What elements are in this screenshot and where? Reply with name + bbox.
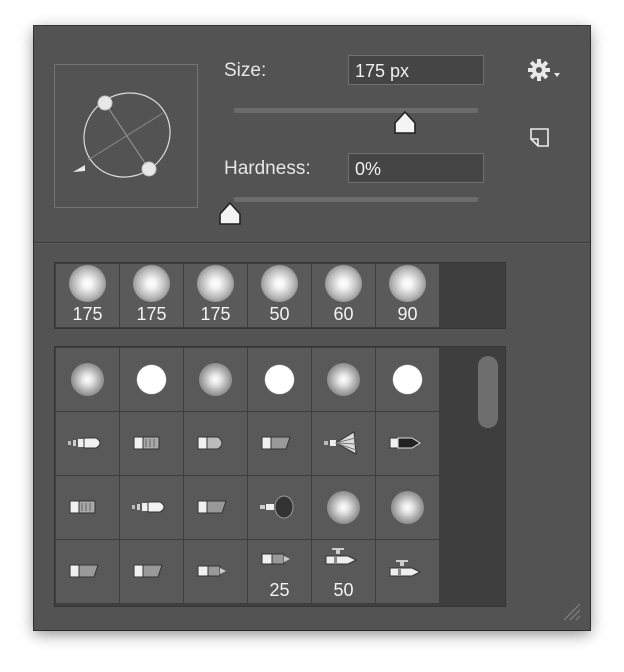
resize-grip-icon[interactable]: [560, 600, 582, 622]
flat-brush-icon: [130, 430, 174, 456]
brush-preset-soft[interactable]: [56, 348, 119, 411]
soft-round-brush-icon: [261, 265, 298, 302]
brush-preset-airbrush[interactable]: 50: [312, 540, 375, 603]
brush-preset-fan-brush[interactable]: [312, 412, 375, 475]
fan-brush-icon: [322, 430, 366, 456]
recent-brush-size: 175: [200, 304, 231, 324]
brush-preset-angled-brush[interactable]: [56, 540, 119, 603]
brush-preset-pencil[interactable]: 25: [248, 540, 311, 603]
recent-brush-5[interactable]: 60: [312, 264, 375, 327]
pencil-icon: [194, 558, 238, 584]
brush-tip-preview[interactable]: [54, 64, 198, 208]
brush-angle-roundness-control[interactable]: [55, 65, 197, 207]
soft-round-brush-icon: [133, 265, 170, 302]
brush-preset-mop-brush[interactable]: [248, 476, 311, 539]
recent-brush-6[interactable]: 90: [376, 264, 439, 327]
brush-preset-angled-brush[interactable]: [248, 412, 311, 475]
recent-brush-size: 175: [136, 304, 167, 324]
hardness-label: Hardness:: [224, 158, 311, 179]
brush-preset-soft[interactable]: [312, 348, 375, 411]
recent-brush-4[interactable]: 50: [248, 264, 311, 327]
recent-brush-size: 50: [269, 304, 290, 324]
recent-brush-3[interactable]: 175: [184, 264, 247, 327]
airbrush-icon: [386, 558, 430, 584]
brush-preset-hard[interactable]: [120, 348, 183, 411]
recent-brush-size: 60: [333, 304, 354, 324]
soft-round-brush-icon: [69, 265, 106, 302]
angled-brush-icon: [66, 558, 110, 584]
point-brush-icon: [386, 430, 430, 456]
brush-preset-flat-brush[interactable]: [56, 476, 119, 539]
hardness-slider-thumb[interactable]: [218, 202, 242, 226]
brush-preset-flat-brush[interactable]: [120, 412, 183, 475]
recent-brush-size: 90: [397, 304, 418, 324]
brush-preset-picker: Size: 175 px Hardness: 0% 175 175 175 50 60 9…: [34, 26, 590, 630]
hard-round-brush-icon: [393, 365, 422, 394]
hardness-slider-track[interactable]: [234, 197, 478, 202]
size-slider-thumb[interactable]: [393, 111, 417, 135]
brush-preset-hard[interactable]: [248, 348, 311, 411]
recent-brushes-row: 175 175 175 50 60 90: [54, 262, 506, 329]
angled-brush-icon: [194, 494, 238, 520]
hardness-input[interactable]: 0%: [348, 153, 484, 183]
size-input[interactable]: 175 px: [348, 55, 484, 85]
brush-preset-filbert-brush[interactable]: [184, 412, 247, 475]
size-slider-track[interactable]: [234, 108, 478, 113]
gear-icon[interactable]: [527, 58, 563, 82]
airbrush-icon: [322, 546, 366, 572]
brush-preset-size: 25: [269, 580, 290, 600]
angled-brush-icon: [258, 430, 302, 456]
brush-preset-point-brush[interactable]: [376, 412, 439, 475]
brush-preset-soft[interactable]: [184, 348, 247, 411]
filbert-brush-icon: [194, 430, 238, 456]
brush-preset-soft[interactable]: [312, 476, 375, 539]
recent-brush-size: 175: [72, 304, 103, 324]
soft-round-brush-icon: [327, 491, 360, 524]
soft-round-brush-icon: [199, 363, 232, 396]
section-divider-highlight: [34, 243, 590, 244]
presets-scrollbar-thumb[interactable]: [478, 356, 498, 428]
brush-preset-round-brush[interactable]: [56, 412, 119, 475]
soft-round-brush-icon: [325, 265, 362, 302]
brush-preset-pencil[interactable]: [184, 540, 247, 603]
round-brush-icon: [66, 430, 110, 456]
brush-preset-round-brush[interactable]: [120, 476, 183, 539]
brush-preset-size: 50: [333, 580, 354, 600]
size-label: Size:: [224, 60, 267, 81]
brush-preset-airbrush[interactable]: [376, 540, 439, 603]
soft-round-brush-icon: [327, 363, 360, 396]
brush-presets-grid: 25 50: [54, 346, 506, 607]
brush-preset-soft[interactable]: [376, 476, 439, 539]
flat-brush-icon: [66, 494, 110, 520]
recent-brush-1[interactable]: 175: [56, 264, 119, 327]
recent-brush-2[interactable]: 175: [120, 264, 183, 327]
brush-preset-hard[interactable]: [376, 348, 439, 411]
brush-preset-angled-brush[interactable]: [120, 540, 183, 603]
round-brush-icon: [130, 494, 174, 520]
soft-round-brush-icon: [197, 265, 234, 302]
hard-round-brush-icon: [265, 365, 294, 394]
mop-brush-icon: [258, 494, 302, 520]
soft-round-brush-icon: [389, 265, 426, 302]
new-preset-icon[interactable]: [528, 126, 552, 150]
soft-round-brush-icon: [71, 363, 104, 396]
hard-round-brush-icon: [137, 365, 166, 394]
pencil-icon: [258, 546, 302, 572]
brush-preset-angled-brush[interactable]: [184, 476, 247, 539]
soft-round-brush-icon: [391, 491, 424, 524]
angled-brush-icon: [130, 558, 174, 584]
